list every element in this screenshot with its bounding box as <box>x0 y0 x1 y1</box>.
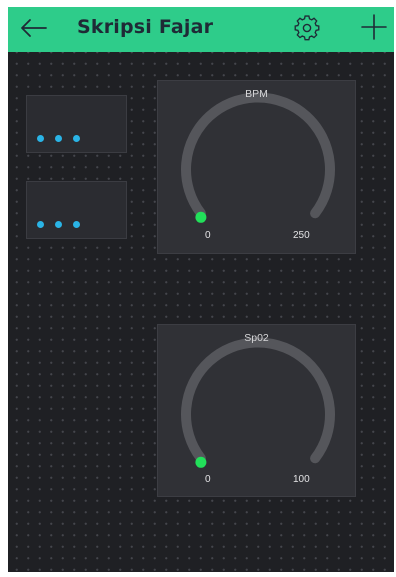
gauge-graphic <box>181 337 335 468</box>
gauge-title: BPM <box>245 88 268 100</box>
dashboard-screen: Skripsi Fajar BPM 0 250 Sp02 0 100 <box>8 7 394 572</box>
dot <box>73 135 80 142</box>
dot <box>55 135 62 142</box>
gauge-min-label: 0 <box>205 230 211 241</box>
top-app-bar: Skripsi Fajar <box>8 7 394 52</box>
dot <box>55 221 62 228</box>
plus-icon <box>361 14 387 40</box>
gauge-indicator <box>195 211 207 223</box>
dot <box>73 221 80 228</box>
settings-button[interactable] <box>291 12 323 44</box>
back-button[interactable] <box>18 13 50 43</box>
gauge-title: Sp02 <box>244 332 269 344</box>
gauge-widget-spo2[interactable]: Sp02 0 100 <box>157 324 356 497</box>
gauge-widget-bpm[interactable]: BPM 0 250 <box>157 80 356 254</box>
dot <box>37 135 44 142</box>
gauge-graphic <box>181 92 335 223</box>
dot <box>37 221 44 228</box>
gauge-max-label: 100 <box>293 474 310 485</box>
gear-icon <box>294 15 320 41</box>
small-widget-2[interactable] <box>26 181 127 239</box>
small-widget-1[interactable] <box>26 95 127 153</box>
app-title: Skripsi Fajar <box>77 16 214 38</box>
gauge-indicator <box>195 456 207 468</box>
loading-dots <box>37 135 80 142</box>
add-widget-button[interactable] <box>358 11 390 43</box>
arrow-left-icon <box>21 19 47 37</box>
gauge-max-label: 250 <box>293 230 310 241</box>
loading-dots <box>37 221 80 228</box>
gauge-min-label: 0 <box>205 474 211 485</box>
